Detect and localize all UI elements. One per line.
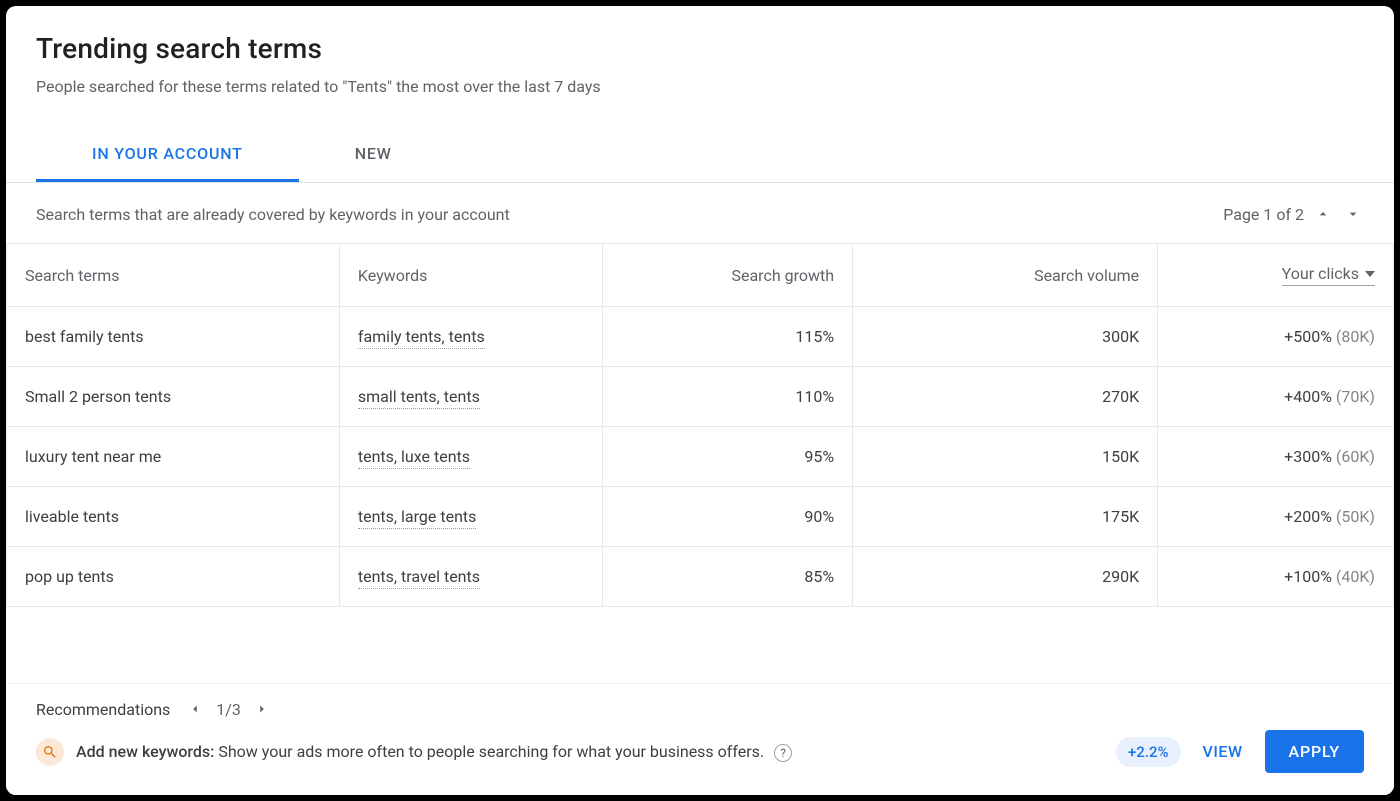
page-prev-button[interactable] <box>1312 203 1334 225</box>
cell-clicks: +500% (80K) <box>1158 307 1394 367</box>
uplift-badge: +2.2% <box>1116 737 1181 767</box>
cell-search-term: pop up tents <box>7 547 340 607</box>
apply-button[interactable]: APPLY <box>1265 730 1364 773</box>
cell-volume: 290K <box>853 547 1158 607</box>
col-keywords: Keywords <box>339 244 603 307</box>
help-icon[interactable]: ? <box>774 744 792 762</box>
trending-search-terms-card: Trending search terms People searched fo… <box>6 6 1394 795</box>
chevron-down-icon <box>1345 206 1361 222</box>
cell-search-term: liveable tents <box>7 487 340 547</box>
table-row: liveable tents tents, large tents 90% 17… <box>7 487 1394 547</box>
search-icon <box>36 738 64 766</box>
cell-keywords: family tents, tents <box>339 307 603 367</box>
chevron-up-icon <box>1315 206 1331 222</box>
cell-keywords: small tents, tents <box>339 367 603 427</box>
tab-in-your-account[interactable]: IN YOUR ACCOUNT <box>36 128 299 182</box>
cell-search-term: Small 2 person tents <box>7 367 340 427</box>
rec-prev-button[interactable] <box>184 698 206 720</box>
cell-growth: 115% <box>603 307 853 367</box>
cell-volume: 150K <box>853 427 1158 487</box>
col-search-terms: Search terms <box>7 244 340 307</box>
recommendations-label: Recommendations <box>36 700 170 719</box>
tab-description: Search terms that are already covered by… <box>36 205 510 224</box>
chevron-left-icon <box>188 702 202 716</box>
table-row: Small 2 person tents small tents, tents … <box>7 367 1394 427</box>
cell-growth: 110% <box>603 367 853 427</box>
cell-growth: 85% <box>603 547 853 607</box>
tabs: IN YOUR ACCOUNT NEW <box>6 128 1394 183</box>
cell-search-term: best family tents <box>7 307 340 367</box>
cell-keywords: tents, large tents <box>339 487 603 547</box>
col-your-clicks: Your clicks <box>1158 244 1394 307</box>
cell-clicks: +300% (60K) <box>1158 427 1394 487</box>
view-button[interactable]: VIEW <box>1203 742 1243 761</box>
sort-desc-icon <box>1365 271 1375 277</box>
cell-keywords: tents, luxe tents <box>339 427 603 487</box>
table-row: best family tents family tents, tents 11… <box>7 307 1394 367</box>
tab-new[interactable]: NEW <box>299 128 448 182</box>
cell-volume: 270K <box>853 367 1158 427</box>
cell-volume: 300K <box>853 307 1158 367</box>
cell-clicks: +200% (50K) <box>1158 487 1394 547</box>
table-row: pop up tents tents, travel tents 85% 290… <box>7 547 1394 607</box>
page-title: Trending search terms <box>36 32 1364 65</box>
table-pager: Page 1 of 2 <box>1223 203 1364 225</box>
col-search-volume: Search volume <box>853 244 1158 307</box>
cell-clicks: +100% (40K) <box>1158 547 1394 607</box>
page-subtitle: People searched for these terms related … <box>36 77 1364 96</box>
cell-growth: 90% <box>603 487 853 547</box>
page-indicator: Page 1 of 2 <box>1223 205 1304 224</box>
cell-volume: 175K <box>853 487 1158 547</box>
recommendation-text: Add new keywords: Show your ads more oft… <box>76 742 792 762</box>
col-search-growth: Search growth <box>603 244 853 307</box>
rec-page-indicator: 1/3 <box>216 700 241 719</box>
rec-next-button[interactable] <box>251 698 273 720</box>
recommendations-footer: Recommendations 1/3 Add new keywords: Sh… <box>6 683 1394 795</box>
chevron-right-icon <box>255 702 269 716</box>
table-row: luxury tent near me tents, luxe tents 95… <box>7 427 1394 487</box>
cell-growth: 95% <box>603 427 853 487</box>
your-clicks-sort[interactable]: Your clicks <box>1282 264 1375 286</box>
page-next-button[interactable] <box>1342 203 1364 225</box>
cell-keywords: tents, travel tents <box>339 547 603 607</box>
cell-search-term: luxury tent near me <box>7 427 340 487</box>
cell-clicks: +400% (70K) <box>1158 367 1394 427</box>
search-terms-table: Search terms Keywords Search growth Sear… <box>6 243 1394 607</box>
